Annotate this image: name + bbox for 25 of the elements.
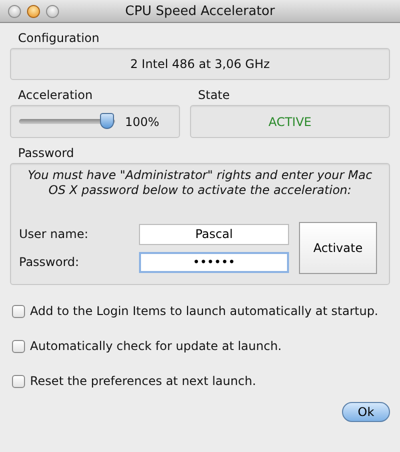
field-label: Password: [19, 255, 80, 269]
section-label: Configuration [18, 31, 100, 45]
zoom-icon[interactable] [46, 4, 59, 18]
slider-thumb[interactable] [100, 113, 114, 129]
window-title: CPU Speed Accelerator [125, 4, 275, 18]
activate-button[interactable]: Activate [299, 222, 377, 274]
state-value: ACTIVE [190, 105, 390, 138]
ok-button[interactable]: Ok [342, 402, 390, 422]
checkbox[interactable] [12, 340, 25, 352]
field-label: User name: [19, 227, 90, 241]
configuration-value: 2 Intel 486 at 3,06 GHz [10, 48, 390, 80]
password-field[interactable]: •••••• [139, 252, 289, 272]
section-label: Password [18, 146, 76, 160]
checkbox-label: Automatically check for update at launch. [30, 339, 282, 353]
acceleration-reading: 100% [125, 114, 160, 128]
checkbox[interactable] [12, 374, 25, 388]
close-icon[interactable] [8, 4, 21, 18]
instructions-text: You must have "Administrator" rights and enter your Mac OS X password below to activate the acceleration: [26, 168, 374, 198]
checkbox-label: Add to the Login Items to launch automatically at startup. [30, 304, 378, 318]
username-field[interactable]: Pascal [139, 224, 289, 244]
checkbox-label: Reset the preferences at next launch. [30, 374, 256, 388]
section-label: State [198, 88, 231, 102]
checkbox[interactable] [12, 304, 25, 318]
minimize-icon[interactable] [27, 4, 40, 18]
section-label: Acceleration [18, 88, 94, 102]
